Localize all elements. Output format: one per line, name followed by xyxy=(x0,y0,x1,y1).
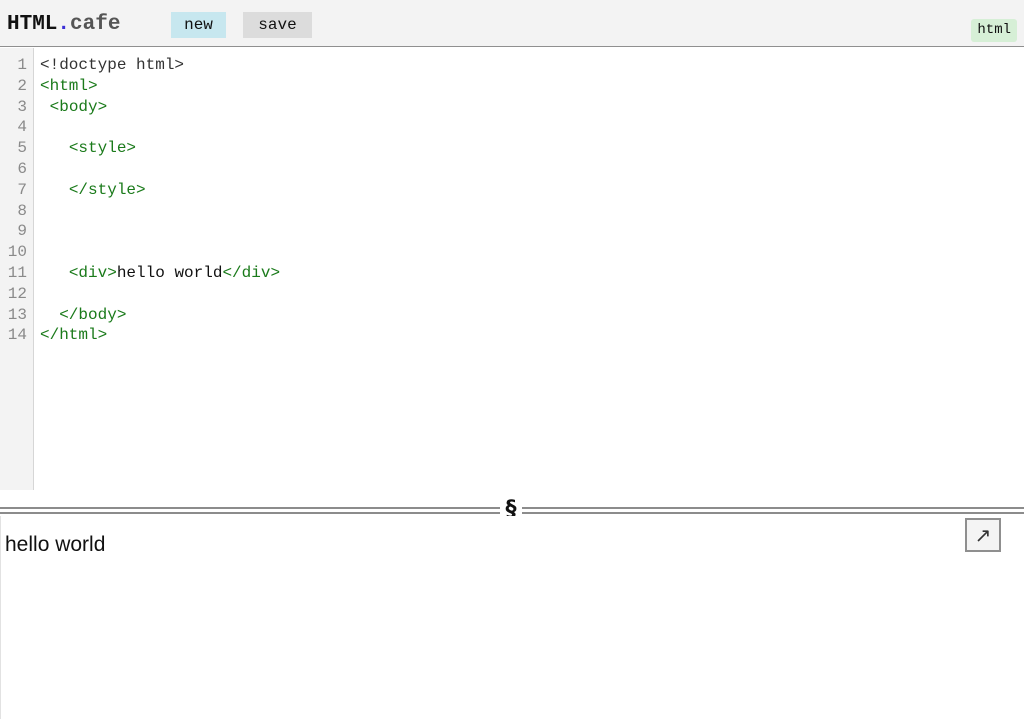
code-token-tag: </style> xyxy=(68,180,146,199)
code-line[interactable]: </body> xyxy=(40,305,126,326)
code-token-tag: <body> xyxy=(49,97,108,116)
language-badge[interactable]: html xyxy=(971,19,1017,42)
line-number-gutter: 1 2 3 4 5 6 7 8 9 10 11 12 13 14 xyxy=(0,48,34,490)
preview-content: hello world xyxy=(5,533,106,556)
code-line[interactable]: </style> xyxy=(40,180,146,201)
logo-dot: . xyxy=(57,13,71,36)
code-line[interactable]: </html> xyxy=(40,325,107,346)
code-line[interactable]: <!doctype html> xyxy=(40,55,184,76)
line-number: 3 xyxy=(17,97,27,116)
line-number: 4 xyxy=(17,118,27,137)
line-number: 6 xyxy=(17,160,27,178)
code-token-text: hello world xyxy=(116,264,223,282)
line-number: 14 xyxy=(7,326,27,345)
code-token-tag: <div> xyxy=(68,264,117,282)
code-token-tag: <html> xyxy=(40,76,98,95)
line-number: 11 xyxy=(7,264,27,282)
code-line[interactable]: <div>hello world</div> xyxy=(40,263,280,284)
top-bar: HTML.cafe new save html xyxy=(0,0,1024,47)
save-button[interactable]: save xyxy=(243,12,312,38)
code-token-tag: </div> xyxy=(222,264,281,282)
code-line[interactable]: <html> xyxy=(40,76,98,97)
code-token-tag: </html> xyxy=(40,326,108,345)
new-button[interactable]: new xyxy=(171,12,226,38)
code-token-tag: <style> xyxy=(68,139,137,158)
app-logo[interactable]: HTML.cafe xyxy=(7,13,120,37)
line-number: 9 xyxy=(17,222,27,241)
line-number: 1 xyxy=(17,56,27,74)
line-number: 10 xyxy=(7,243,27,262)
code-token-doctype: <!doctype html> xyxy=(40,56,185,74)
line-number: 12 xyxy=(7,284,27,303)
pane-splitter[interactable]: § xyxy=(0,498,1024,522)
preview-pane: hello world ↗ xyxy=(0,516,1024,719)
line-number: 13 xyxy=(7,305,27,324)
line-number: 5 xyxy=(17,139,27,158)
code-token-tag: </body> xyxy=(59,305,127,324)
code-line[interactable]: <body> xyxy=(40,97,108,118)
line-number: 7 xyxy=(17,180,27,199)
logo-suffix-text: cafe xyxy=(70,13,121,36)
open-in-new-window-icon[interactable]: ↗ xyxy=(965,518,1001,552)
line-number: 2 xyxy=(17,76,27,95)
code-line[interactable]: <style> xyxy=(40,138,136,159)
line-number: 8 xyxy=(17,201,27,220)
logo-main-text: HTML xyxy=(7,13,58,36)
code-editor[interactable]: 1 2 3 4 5 6 7 8 9 10 11 12 13 14 <!doctype html> <html… xyxy=(0,48,1024,490)
